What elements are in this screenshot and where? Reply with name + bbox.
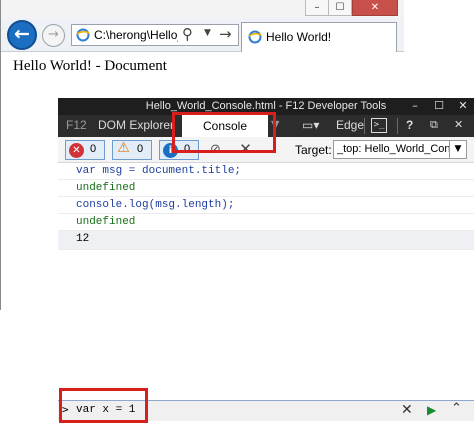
devtools-maximize-button[interactable]: ☐	[430, 99, 448, 114]
document-mode-edge[interactable]: Edge	[336, 118, 364, 132]
back-arrow-icon[interactable]: ←	[7, 20, 37, 50]
help-icon[interactable]: ?	[406, 118, 413, 132]
devtools-close-button[interactable]: ✕	[454, 99, 472, 114]
run-icon[interactable]: ▶	[427, 403, 436, 417]
pin-icon[interactable]: ✕	[454, 118, 463, 131]
forward-arrow-icon[interactable]: →	[42, 24, 65, 47]
undock-icon[interactable]: ⧉	[430, 118, 438, 132]
browser-minimize-button[interactable]: –	[305, 0, 329, 16]
browser-caption-bar: – ☐ ✕	[1, 0, 404, 18]
devtools-title-bar: Hello_World_Console.html - F12 Developer…	[58, 98, 474, 115]
more-tabs-icon[interactable]: ▼	[271, 118, 279, 131]
console-prompt-icon[interactable]: >_	[371, 118, 387, 133]
clear-icon[interactable]: ✕	[236, 140, 255, 159]
tab-title: Hello World!	[266, 30, 332, 44]
divider	[364, 118, 365, 134]
tab-dom-explorer[interactable]: DOM Explorer	[98, 118, 174, 132]
console-output-line: undefined	[58, 214, 474, 231]
console-toolbar: ✕ 0 ⚠ 0 i 0 ⊘ ✕ Target: _top: Hello_Worl…	[58, 137, 474, 163]
errors-filter-button[interactable]: ✕ 0	[65, 140, 105, 160]
address-text[interactable]: C:\herong\Hello_V	[94, 28, 178, 42]
console-result-line: 12	[58, 231, 474, 250]
devtools-tab-bar: F12 DOM Explorer Console ▼ ▭▾ Edge >_ ? …	[58, 115, 474, 137]
chevron-down-icon[interactable]: ▼	[204, 28, 211, 38]
browser-close-button[interactable]: ✕	[352, 0, 398, 16]
console-line-text: undefined	[76, 182, 136, 194]
target-select[interactable]: _top: Hello_World_Cons ▼	[333, 140, 467, 159]
go-arrow-icon[interactable]: →	[219, 25, 232, 43]
console-line-text: undefined	[76, 216, 136, 228]
console-input-line: var msg = document.title;	[58, 163, 474, 180]
prompt-chevron-icon: >	[62, 403, 69, 416]
browser-navigation-bar: ← → C:\herong\Hello_V ⚲ ▼ → Hello World!	[1, 18, 404, 52]
clear-input-icon[interactable]: ✕	[401, 402, 413, 418]
messages-count: 0	[184, 143, 191, 155]
console-output-line: undefined	[58, 180, 474, 197]
console-input-bar: > var x = 1 ✕ ▶ ⌃	[58, 400, 474, 421]
console-line-text: console.log(msg.length);	[76, 199, 235, 211]
target-value: _top: Hello_World_Cons	[337, 143, 449, 155]
chevron-down-icon[interactable]: ▼	[449, 141, 466, 158]
emulation-icon[interactable]: ▭▾	[302, 118, 319, 132]
info-icon: i	[163, 143, 178, 158]
divider	[397, 118, 398, 134]
error-icon: ✕	[69, 143, 84, 158]
browser-tab[interactable]: Hello World!	[241, 22, 397, 52]
ie-favicon-icon	[248, 30, 262, 44]
console-line-text: var msg = document.title;	[76, 165, 242, 177]
address-bar[interactable]: C:\herong\Hello_V ⚲ ▼ →	[71, 24, 239, 46]
console-input[interactable]: var x = 1	[76, 404, 135, 416]
tab-console[interactable]: Console	[182, 115, 268, 137]
console-line-text: 12	[76, 233, 90, 245]
console-output: var msg = document.title; undefined cons…	[58, 163, 474, 253]
errors-count: 0	[90, 143, 97, 155]
warnings-count: 0	[137, 143, 144, 155]
warning-icon: ⚠	[117, 140, 130, 156]
search-icon[interactable]: ⚲	[182, 25, 193, 43]
tab-f12: F12	[66, 118, 87, 132]
devtools-window: Hello_World_Console.html - F12 Developer…	[58, 98, 474, 423]
page-heading: Hello World! - Document	[13, 58, 167, 74]
devtools-minimize-button[interactable]: –	[406, 99, 424, 114]
ie-favicon-icon	[76, 28, 90, 42]
target-label: Target:	[295, 143, 332, 157]
console-input-line: console.log(msg.length);	[58, 197, 474, 214]
warnings-filter-button[interactable]: ⚠ 0	[112, 140, 152, 160]
messages-filter-button[interactable]: i 0	[159, 140, 199, 160]
browser-maximize-button[interactable]: ☐	[328, 0, 352, 16]
clear-on-navigate-icon[interactable]: ⊘	[206, 140, 225, 159]
expand-icon[interactable]: ⌃	[451, 401, 462, 416]
